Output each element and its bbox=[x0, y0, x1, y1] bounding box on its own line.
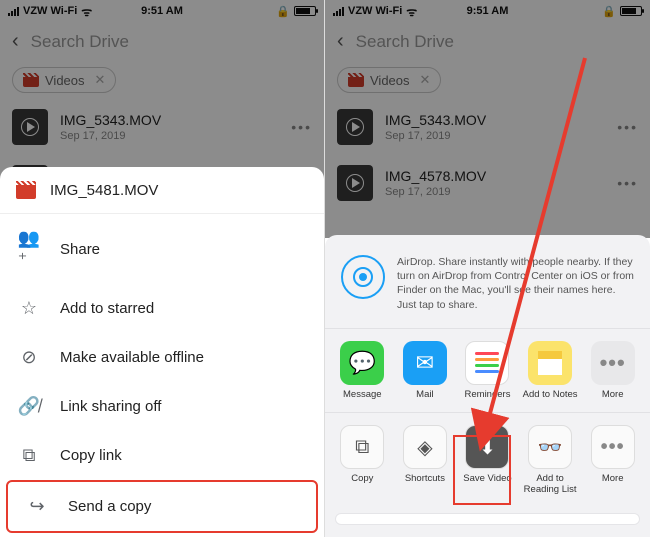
more-icon: ••• bbox=[591, 425, 635, 469]
link-off-icon: 🔗̸ bbox=[18, 396, 40, 417]
file-row[interactable]: IMG_5343.MOV Sep 17, 2019 ••• bbox=[0, 99, 324, 155]
share-sheet: AirDrop. Share instantly with people nea… bbox=[325, 235, 650, 537]
notes-icon bbox=[528, 341, 572, 385]
chip-close-icon[interactable]: ✕ bbox=[95, 72, 106, 88]
phone-right: VZW Wi-Fi ᯤ 9:51 AM 🔒 ‹ Search Drive Vide… bbox=[325, 0, 650, 537]
filter-chip-videos[interactable]: Videos ✕ bbox=[337, 67, 441, 93]
status-bar: VZW Wi-Fi ᯤ 9:51 AM 🔒 bbox=[0, 0, 324, 22]
carrier-label: VZW Wi-Fi bbox=[348, 5, 402, 17]
file-date: Sep 17, 2019 bbox=[385, 130, 605, 142]
person-add-icon: 👥⁺ bbox=[18, 228, 40, 270]
reading-list-icon: 👓 bbox=[528, 425, 572, 469]
reminders-icon bbox=[465, 341, 509, 385]
mail-icon: ✉ bbox=[403, 341, 447, 385]
share-apps-row: 💬Message ✉Mail Reminders Add to Notes ••… bbox=[325, 329, 650, 413]
menu-link-off[interactable]: 🔗̸Link sharing off bbox=[0, 382, 324, 431]
clapper-icon bbox=[348, 73, 364, 87]
back-icon[interactable]: ‹ bbox=[337, 30, 344, 53]
search-row[interactable]: ‹ Search Drive bbox=[0, 22, 324, 61]
message-icon: 💬 bbox=[340, 341, 384, 385]
action-reading-list[interactable]: 👓Add to Reading List bbox=[521, 425, 579, 495]
menu-send-copy[interactable]: ↪Send a copy bbox=[6, 480, 318, 533]
bottom-sheet: IMG_5481.MOV 👥⁺Share ☆Add to starred ⊘Ma… bbox=[0, 167, 324, 537]
carrier-label: VZW Wi-Fi bbox=[23, 5, 77, 17]
more-icon: ••• bbox=[591, 341, 635, 385]
search-input[interactable]: Search Drive bbox=[356, 32, 454, 52]
share-actions-row: ⧉Copy ◈Shortcuts ⬇Save Video 👓Add to Rea… bbox=[325, 413, 650, 507]
clapper-icon bbox=[23, 73, 39, 87]
lock-icon: 🔒 bbox=[602, 5, 616, 18]
chip-label: Videos bbox=[370, 73, 410, 88]
star-icon: ☆ bbox=[18, 298, 40, 319]
sheet-title: IMG_5481.MOV bbox=[50, 182, 158, 199]
video-thumb bbox=[337, 165, 373, 201]
action-shortcuts[interactable]: ◈Shortcuts bbox=[396, 425, 454, 484]
clapper-icon bbox=[16, 181, 36, 199]
menu-offline[interactable]: ⊘Make available offline bbox=[0, 333, 324, 382]
file-name: IMG_5343.MOV bbox=[385, 112, 605, 128]
search-input[interactable]: Search Drive bbox=[31, 32, 129, 52]
file-row[interactable]: IMG_5343.MOV Sep 17, 2019 ••• bbox=[325, 99, 650, 155]
more-icon[interactable]: ••• bbox=[617, 175, 638, 191]
time-label: 9:51 AM bbox=[467, 5, 509, 17]
battery-icon bbox=[294, 6, 316, 16]
time-label: 9:51 AM bbox=[141, 5, 183, 17]
airdrop-icon[interactable] bbox=[341, 255, 385, 299]
send-icon: ↪ bbox=[26, 496, 48, 517]
app-message[interactable]: 💬Message bbox=[333, 341, 391, 400]
shortcuts-icon: ◈ bbox=[403, 425, 447, 469]
filter-chip-videos[interactable]: Videos ✕ bbox=[12, 67, 116, 93]
app-mail[interactable]: ✉Mail bbox=[396, 341, 454, 400]
video-thumb bbox=[337, 109, 373, 145]
file-date: Sep 17, 2019 bbox=[385, 186, 605, 198]
file-date: Sep 17, 2019 bbox=[60, 130, 279, 142]
action-more[interactable]: •••More bbox=[584, 425, 642, 484]
action-copy[interactable]: ⧉Copy bbox=[333, 425, 391, 484]
wifi-icon: ᯤ bbox=[81, 3, 92, 20]
action-save-video[interactable]: ⬇Save Video bbox=[458, 425, 516, 484]
search-row[interactable]: ‹ Search Drive bbox=[325, 22, 650, 61]
more-icon[interactable]: ••• bbox=[291, 119, 312, 135]
video-thumb bbox=[12, 109, 48, 145]
menu-share[interactable]: 👥⁺Share bbox=[0, 214, 324, 284]
status-bar: VZW Wi-Fi ᯤ 9:51 AM 🔒 bbox=[325, 0, 650, 22]
app-reminders[interactable]: Reminders bbox=[458, 341, 516, 400]
file-row[interactable]: IMG_4578.MOV Sep 17, 2019 ••• bbox=[325, 155, 650, 211]
file-name: IMG_5343.MOV bbox=[60, 112, 279, 128]
app-more[interactable]: •••More bbox=[584, 341, 642, 400]
phone-left: VZW Wi-Fi ᯤ 9:51 AM 🔒 ‹ Search Drive Vide… bbox=[0, 0, 325, 537]
menu-copy-link[interactable]: ⧉Copy link bbox=[0, 431, 324, 480]
save-video-icon: ⬇ bbox=[465, 425, 509, 469]
offline-icon: ⊘ bbox=[18, 347, 40, 368]
more-icon[interactable]: ••• bbox=[617, 119, 638, 135]
battery-icon bbox=[620, 6, 642, 16]
wifi-icon: ᯤ bbox=[406, 3, 417, 20]
file-name: IMG_4578.MOV bbox=[385, 168, 605, 184]
back-icon[interactable]: ‹ bbox=[12, 30, 19, 53]
app-notes[interactable]: Add to Notes bbox=[521, 341, 579, 400]
lock-icon: 🔒 bbox=[276, 5, 290, 18]
copy-icon: ⧉ bbox=[18, 445, 40, 466]
chip-label: Videos bbox=[45, 73, 85, 88]
airdrop-text: AirDrop. Share instantly with people nea… bbox=[397, 255, 634, 312]
chip-close-icon[interactable]: ✕ bbox=[420, 72, 431, 88]
menu-star[interactable]: ☆Add to starred bbox=[0, 284, 324, 333]
copy-icon: ⧉ bbox=[340, 425, 384, 469]
